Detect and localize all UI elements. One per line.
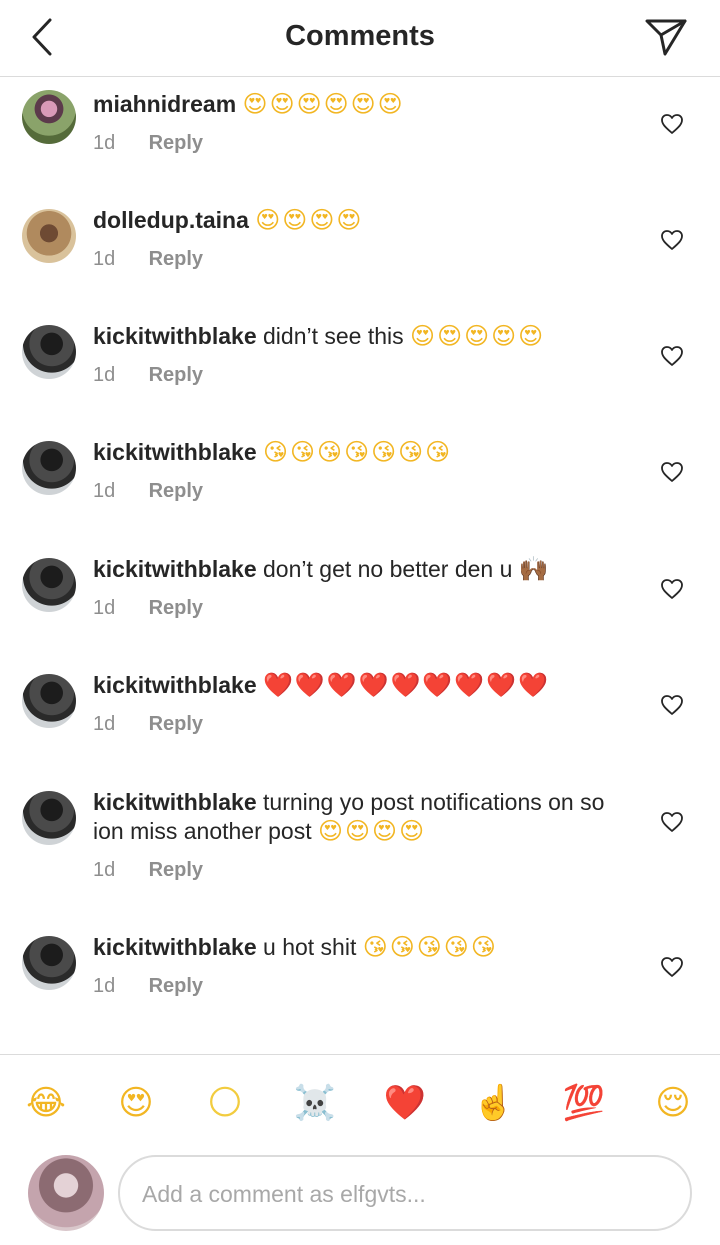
like-button[interactable] [659, 112, 685, 136]
avatar[interactable] [22, 209, 76, 263]
comment-emoji: 😘😘😘😘😘 [362, 933, 498, 961]
comment-text: kickitwithblake ❤️❤️❤️❤️❤️❤️❤️❤️❤️ [93, 671, 610, 700]
comment-meta: 1d Reply [93, 597, 203, 620]
like-button[interactable] [659, 577, 685, 601]
comment-text: kickitwithblake don’t get no better den … [93, 555, 610, 584]
avatar[interactable] [22, 441, 76, 495]
comment-meta: 1d Reply [93, 248, 203, 271]
comment-username[interactable]: kickitwithblake [93, 934, 257, 960]
comment-emoji: 😍😍😍😍 [318, 817, 427, 845]
comment-meta: 1d Reply [93, 132, 203, 155]
comment-emoji: 😍😍😍😍 [255, 206, 364, 234]
comment-username[interactable]: kickitwithblake [93, 789, 257, 815]
reply-button[interactable]: Reply [149, 248, 203, 270]
avatar[interactable] [22, 936, 76, 990]
comment-message: u hot shit [263, 934, 357, 960]
heart-outline-icon [661, 957, 683, 977]
like-button[interactable] [659, 693, 685, 717]
heart-outline-icon [661, 695, 683, 715]
comment-emoji: 😍😍😍😍😍😍 [242, 90, 405, 118]
comment-text: dolledup.taina 😍😍😍😍 [93, 206, 610, 235]
heart-outline-icon [661, 812, 683, 832]
reply-button[interactable]: Reply [149, 480, 203, 502]
paper-plane-icon [645, 19, 687, 56]
like-button[interactable] [659, 810, 685, 834]
reply-button[interactable]: Reply [149, 975, 203, 997]
comment-username[interactable]: kickitwithblake [93, 323, 257, 349]
comment-meta: 1d Reply [93, 480, 203, 503]
comment-time: 1d [93, 132, 116, 154]
comment-time: 1d [93, 713, 116, 735]
quick-emoji-heart-button[interactable]: ❤️ [381, 1079, 429, 1127]
comment-text: kickitwithblake didn’t see this 😍😍😍😍😍 [93, 322, 610, 351]
comment-time: 1d [93, 364, 116, 386]
like-button[interactable] [659, 228, 685, 252]
like-button[interactable] [659, 955, 685, 979]
heart-outline-icon [661, 462, 683, 482]
current-user-avatar [28, 1155, 104, 1231]
reply-button[interactable]: Reply [149, 132, 203, 154]
comment-username[interactable]: miahnidream [93, 91, 236, 117]
comment-message: don’t get no better den u [263, 556, 513, 582]
comment-time: 1d [93, 480, 116, 502]
comment-time: 1d [93, 859, 116, 881]
quick-emoji-heart-eyes-button[interactable]: 😍 [112, 1079, 160, 1127]
heart-outline-icon [661, 114, 683, 134]
quick-emoji-joy-button[interactable]: 😂 [22, 1079, 70, 1127]
avatar[interactable] [22, 791, 76, 845]
header: Comments [0, 0, 720, 77]
avatar[interactable] [22, 558, 76, 612]
reply-button[interactable]: Reply [149, 713, 203, 735]
comment-text: kickitwithblake turning yo post notifica… [93, 788, 610, 846]
reply-button[interactable]: Reply [149, 597, 203, 619]
heart-outline-icon [661, 230, 683, 250]
comment-emoji: 😍😍😍😍😍 [410, 322, 546, 350]
quick-emoji-bar: 😂 😍 🌕 ☠️ ❤️ ☝️ 💯 😌 [0, 1054, 720, 1150]
share-button[interactable] [644, 16, 688, 58]
comment-username[interactable]: dolledup.taina [93, 207, 249, 233]
comment-text: miahnidream 😍😍😍😍😍😍 [93, 90, 610, 119]
comment-list[interactable]: miahnidream 😍😍😍😍😍😍 1d Reply dolledup.tai… [0, 78, 720, 1053]
comment-message: didn’t see this [263, 323, 404, 349]
quick-emoji-relieved-button[interactable]: 😌 [649, 1079, 697, 1127]
quick-emoji-moon-button[interactable]: 🌕 [201, 1079, 249, 1127]
comment-emoji: 🙌🏾 [518, 555, 551, 583]
comment-meta: 1d Reply [93, 859, 203, 882]
avatar[interactable] [22, 325, 76, 379]
comment-time: 1d [93, 975, 116, 997]
comment-username[interactable]: kickitwithblake [93, 556, 257, 582]
comment-meta: 1d Reply [93, 364, 203, 387]
reply-button[interactable]: Reply [149, 364, 203, 386]
like-button[interactable] [659, 344, 685, 368]
quick-emoji-point-up-button[interactable]: ☝️ [470, 1079, 518, 1127]
quick-emoji-skull-button[interactable]: ☠️ [291, 1079, 339, 1127]
like-button[interactable] [659, 460, 685, 484]
avatar[interactable] [22, 90, 76, 144]
comment-input[interactable] [142, 1175, 662, 1213]
comment-text: kickitwithblake u hot shit 😘😘😘😘😘 [93, 933, 610, 962]
comment-emoji: 😘😘😘😘😘😘😘 [263, 438, 453, 466]
comment-composer [0, 1150, 720, 1245]
comment-time: 1d [93, 248, 116, 270]
heart-outline-icon [661, 579, 683, 599]
comment-username[interactable]: kickitwithblake [93, 439, 257, 465]
page-title: Comments [285, 20, 435, 52]
comment-meta: 1d Reply [93, 975, 203, 998]
heart-outline-icon [661, 346, 683, 366]
avatar[interactable] [22, 674, 76, 728]
reply-button[interactable]: Reply [149, 859, 203, 881]
comment-input-wrapper[interactable] [118, 1155, 692, 1231]
comment-text: kickitwithblake 😘😘😘😘😘😘😘 [93, 438, 610, 467]
comment-meta: 1d Reply [93, 713, 203, 736]
comment-time: 1d [93, 597, 116, 619]
comment-username[interactable]: kickitwithblake [93, 672, 257, 698]
comment-emoji: ❤️❤️❤️❤️❤️❤️❤️❤️❤️ [263, 671, 550, 699]
quick-emoji-hundred-button[interactable]: 💯 [560, 1079, 608, 1127]
